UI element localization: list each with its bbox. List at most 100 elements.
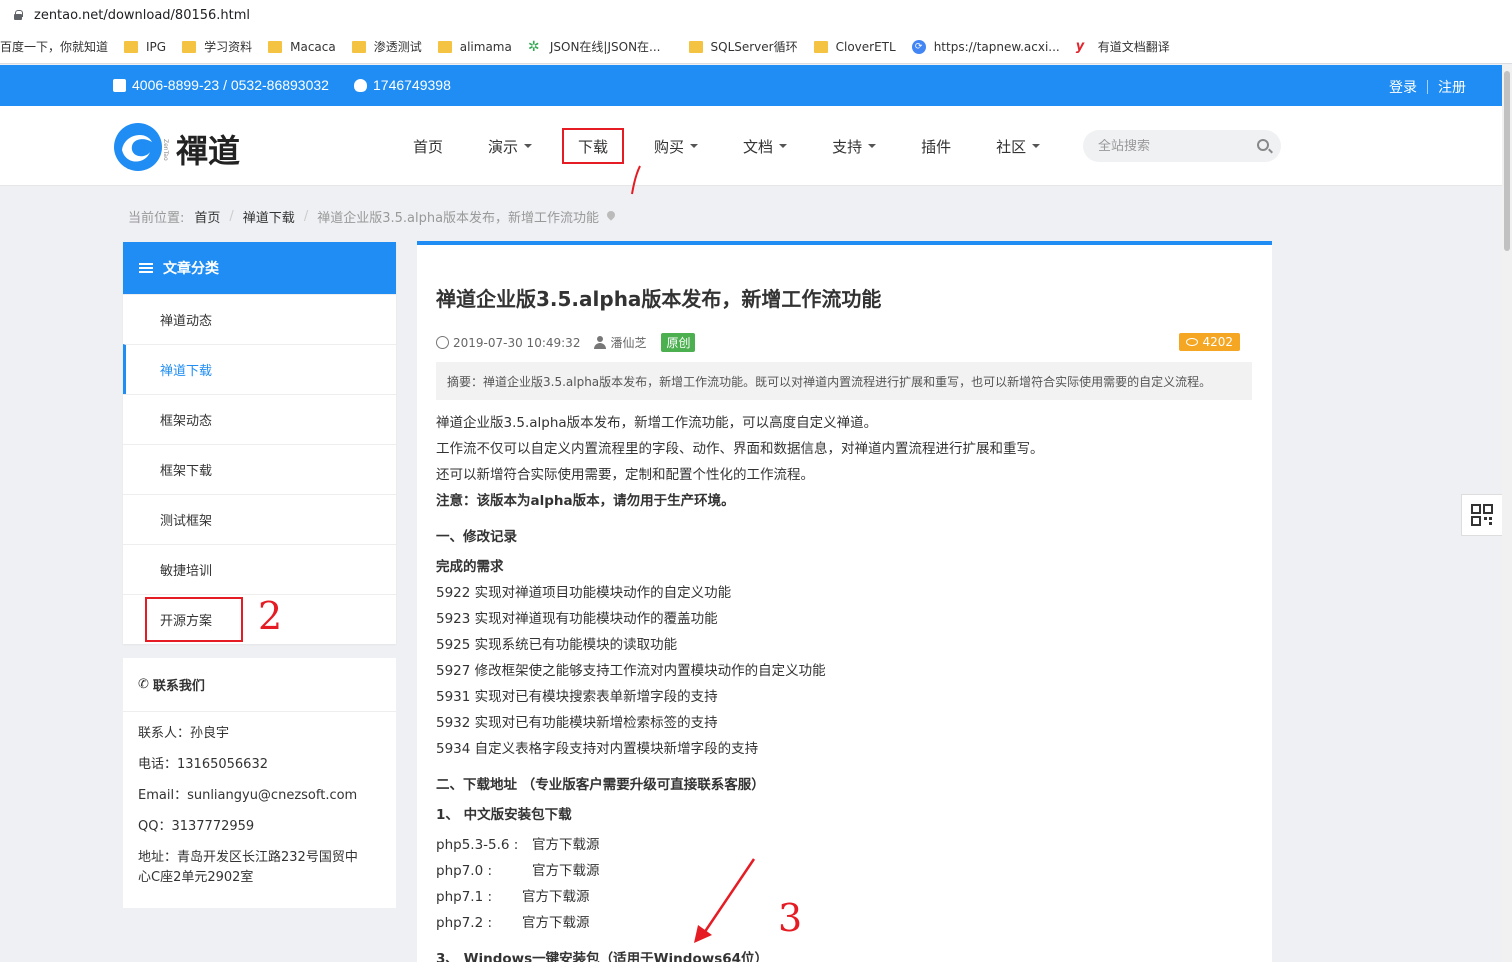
category-item[interactable]: 禅道动态 bbox=[123, 294, 396, 344]
bookmark-label: 渗透测试 bbox=[373, 40, 422, 54]
download-link[interactable]: 官方下载源 bbox=[522, 889, 590, 905]
bookmark-label: CloverETL bbox=[835, 39, 896, 54]
section-heading: 二、下载地址 （专业版客户需要升级可直接联系客服） bbox=[436, 777, 765, 793]
folder-icon bbox=[351, 40, 366, 53]
svg-text:禪道: 禪道 bbox=[176, 132, 240, 170]
qr-code-button[interactable] bbox=[1461, 494, 1503, 536]
contact-person: 联系人：孙良宇 bbox=[138, 726, 230, 741]
top-contact-bar: 4006-8899-23 / 0532-86893032 1746749398 … bbox=[0, 65, 1502, 106]
article-summary: 摘要：禅道企业版3.5.alpha版本发布，新增工作流功能。既可以对禅道内置流程… bbox=[436, 362, 1252, 400]
category-item[interactable]: 测试框架 bbox=[123, 494, 396, 544]
bookmark-baidu[interactable]: 百度一下，你就知道 bbox=[0, 38, 108, 55]
breadcrumb-separator: / bbox=[303, 209, 309, 224]
bookmark-label: https://tapnew.acxi... bbox=[933, 39, 1060, 54]
section-heading: 一、修改记录 bbox=[436, 529, 517, 545]
requirement-item: 5932 实现对已有功能模块新增检索标签的支持 bbox=[436, 715, 718, 731]
nav-label: 文档 bbox=[743, 137, 774, 156]
nav-label: 下载 bbox=[578, 137, 609, 156]
contact-phone: 电话：13165056632 bbox=[138, 757, 268, 772]
category-item[interactable]: 敏捷培训 bbox=[123, 544, 396, 594]
scrollbar-thumb[interactable] bbox=[1504, 71, 1510, 251]
chevron-down-icon bbox=[1032, 144, 1041, 148]
php-version: php7.1 : bbox=[436, 889, 493, 905]
register-link[interactable]: 注册 bbox=[1438, 77, 1466, 97]
contact-email: Email：sunliangyu@cnezsoft.com bbox=[138, 788, 358, 803]
main-menu: 首页 演示 下载 购买 文档 支持 插件 社区 bbox=[398, 106, 1070, 186]
nav-buy[interactable]: 购买 bbox=[639, 128, 713, 164]
eye-icon bbox=[1186, 338, 1199, 346]
category-item-active[interactable]: 禅道下载 bbox=[123, 344, 396, 394]
annotation-arrow-3 bbox=[694, 858, 756, 943]
bookmark-tapnew[interactable]: ⟳ https://tapnew.acxi... bbox=[911, 39, 1060, 54]
bookmark-label: IPG bbox=[146, 39, 167, 54]
bookmark-label: JSON在线|JSON在... bbox=[549, 40, 661, 54]
category-label: 框架动态 bbox=[160, 414, 213, 429]
bookmark-study[interactable]: 学习资料 bbox=[182, 38, 252, 55]
bookmark-label: alimama bbox=[459, 39, 512, 54]
bookmark-clover[interactable]: CloverETL bbox=[813, 39, 896, 54]
page-scrollbar[interactable] bbox=[1502, 65, 1512, 962]
annotation-mark-2: 2 bbox=[258, 594, 283, 638]
list-icon bbox=[139, 262, 153, 274]
requirement-item: 5927 修改框架使之能够支持工作流对内置模块动作的自定义功能 bbox=[436, 663, 826, 679]
download-link[interactable]: 官方下载源 bbox=[522, 915, 590, 931]
bookmark-label: 学习资料 bbox=[204, 40, 253, 54]
bookmark-sqlserver[interactable]: SQLServer循环 bbox=[688, 38, 798, 55]
bookmark-label: SQLServer循环 bbox=[710, 40, 798, 54]
view-count-badge: 4202 bbox=[1179, 333, 1240, 351]
qq-icon bbox=[354, 78, 367, 92]
bookmark-macaca[interactable]: Macaca bbox=[268, 40, 336, 54]
bookmark-ipg[interactable]: IPG bbox=[124, 40, 166, 54]
bookmark-alimama[interactable]: alimama bbox=[437, 39, 512, 54]
bookmark-youdao[interactable]: y 有道文档翻译 bbox=[1076, 38, 1170, 55]
bookmark-json[interactable]: ✲ JSON在线|JSON在... bbox=[528, 38, 661, 55]
category-label: 框架下载 bbox=[160, 464, 213, 479]
contact-panel: ✆ 联系我们 联系人：孙良宇 电话：13165056632 Email：sunli… bbox=[123, 658, 396, 908]
address-bar[interactable]: zentao.net/download/80156.html bbox=[0, 0, 1512, 30]
subsection-heading: 完成的需求 bbox=[436, 559, 504, 575]
article-meta: 2019-07-30 10:49:32 潘仙芝 原创 bbox=[436, 333, 696, 352]
breadcrumb-section[interactable]: 禅道下载 bbox=[243, 207, 295, 226]
nav-label: 支持 bbox=[832, 137, 863, 156]
location-pin-icon bbox=[607, 211, 615, 222]
zentao-logo[interactable]: ZenTao 禪道 bbox=[112, 120, 272, 174]
download-link[interactable]: 官方下载源 bbox=[532, 863, 600, 879]
nav-demo[interactable]: 演示 bbox=[473, 128, 547, 164]
category-label: 测试框架 bbox=[160, 514, 213, 529]
phone-icon bbox=[113, 78, 126, 92]
folder-icon bbox=[268, 40, 283, 53]
bookmarks-bar: 百度一下，你就知道 IPG 学习资料 Macaca 渗透测试 alimama ✲… bbox=[0, 30, 1512, 64]
php-version: php5.3-5.6 : bbox=[436, 837, 519, 853]
category-header: 文章分类 bbox=[123, 242, 396, 294]
breadcrumb-home[interactable]: 首页 bbox=[194, 207, 220, 226]
category-item[interactable]: 框架动态 bbox=[123, 394, 396, 444]
url-text[interactable]: zentao.net/download/80156.html bbox=[34, 8, 250, 23]
login-link[interactable]: 登录 bbox=[1389, 77, 1417, 97]
article-date: 2019-07-30 10:49:32 bbox=[453, 335, 581, 350]
nav-home[interactable]: 首页 bbox=[398, 128, 458, 164]
nav-support[interactable]: 支持 bbox=[817, 128, 891, 164]
nav-docs[interactable]: 文档 bbox=[728, 128, 802, 164]
auth-links: 登录 注册 bbox=[1389, 77, 1466, 97]
divider bbox=[1427, 80, 1428, 94]
breadcrumb: 当前位置: 首页 / 禅道下载 / 禅道企业版3.5.alpha版本发布，新增工… bbox=[128, 207, 615, 226]
qq-contact: 1746749398 bbox=[354, 77, 451, 93]
download-link[interactable]: 官方下载源 bbox=[532, 837, 600, 853]
subsection-heading: 1、 中文版安装包下载 bbox=[436, 807, 572, 823]
category-label: 禅道下载 bbox=[160, 364, 213, 379]
search-icon[interactable] bbox=[1257, 139, 1269, 151]
lock-icon bbox=[14, 10, 23, 20]
article-panel: 禅道企业版3.5.alpha版本发布，新增工作流功能 2019-07-30 10… bbox=[417, 241, 1272, 962]
globe-icon: ⟳ bbox=[911, 39, 926, 54]
nav-plugins[interactable]: 插件 bbox=[906, 128, 966, 164]
nav-community[interactable]: 社区 bbox=[981, 128, 1055, 164]
original-badge: 原创 bbox=[661, 333, 696, 352]
category-panel: 文章分类 禅道动态 禅道下载 框架动态 框架下载 测试框架 敏捷培训 开源方案 bbox=[123, 242, 396, 644]
bookmark-pentest[interactable]: 渗透测试 bbox=[351, 38, 422, 55]
bookmark-label: 有道文档翻译 bbox=[1097, 40, 1170, 54]
category-item[interactable]: 框架下载 bbox=[123, 444, 396, 494]
nav-download[interactable]: 下载 bbox=[562, 128, 625, 164]
subsection-heading: 3、 Windows一键安装包（适用于Windows64位） bbox=[436, 951, 769, 962]
search-input[interactable] bbox=[1098, 138, 1248, 154]
breadcrumb-prefix: 当前位置: bbox=[128, 211, 185, 226]
